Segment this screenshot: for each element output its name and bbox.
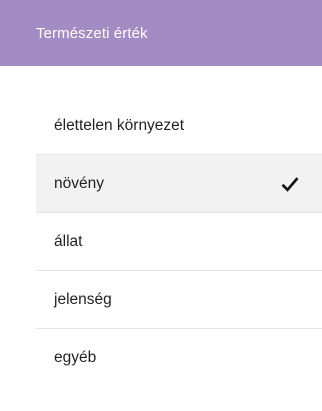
option-label: állat — [54, 232, 83, 250]
checkmark-icon — [281, 176, 299, 192]
option-jelenseg[interactable]: jelenség — [36, 271, 322, 329]
option-egyeb[interactable]: egyéb — [36, 329, 322, 387]
options-list: élettelen környezet növény állat jelensé… — [36, 97, 322, 387]
option-noveny[interactable]: növény — [36, 155, 322, 213]
option-label: egyéb — [54, 349, 97, 366]
option-elettelen-kornyezet[interactable]: élettelen környezet — [36, 97, 322, 155]
option-allat[interactable]: állat — [36, 213, 322, 271]
dialog-header: Természeti érték — [0, 0, 322, 66]
option-label: élettelen környezet — [54, 116, 185, 134]
option-label: növény — [54, 174, 104, 192]
dialog-title: Természeti érték — [36, 24, 148, 42]
option-label: jelenség — [54, 290, 112, 308]
selection-dialog: Természeti érték élettelen környezet növ… — [0, 0, 322, 411]
